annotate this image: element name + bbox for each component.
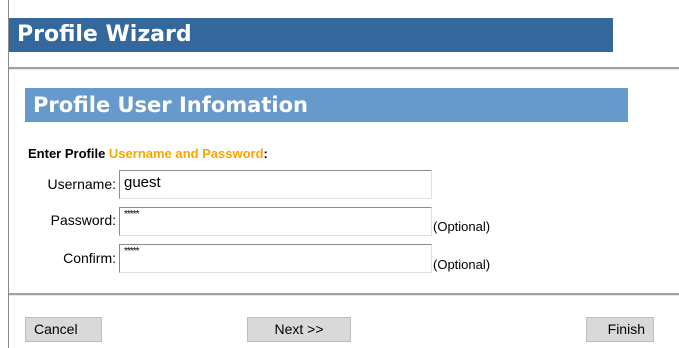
next-button[interactable]: Next >> <box>247 317 351 342</box>
password-field[interactable]: ***** <box>119 207 432 236</box>
username-field[interactable]: guest <box>119 170 432 199</box>
prompt-prefix: Enter Profile <box>28 146 109 161</box>
prompt-suffix: : <box>263 146 268 161</box>
confirm-field[interactable]: ***** <box>119 244 432 273</box>
divider-bottom <box>9 293 679 296</box>
confirm-optional-note: (Optional) <box>433 257 491 272</box>
wizard-title: Profile Wizard <box>9 18 613 52</box>
password-label: Password: <box>50 212 116 228</box>
confirm-label: Confirm: <box>63 250 116 266</box>
section-title: Profile User Infomation <box>25 88 628 122</box>
prompt-highlight: Username and Password <box>108 146 264 161</box>
credentials-prompt: Enter Profile Username and Password: <box>28 146 268 161</box>
cancel-button[interactable]: Cancel <box>25 317 102 342</box>
password-optional-note: (Optional) <box>433 219 491 234</box>
divider-top <box>9 67 679 70</box>
username-label: Username: <box>47 176 116 192</box>
finish-button[interactable]: Finish <box>586 317 654 342</box>
